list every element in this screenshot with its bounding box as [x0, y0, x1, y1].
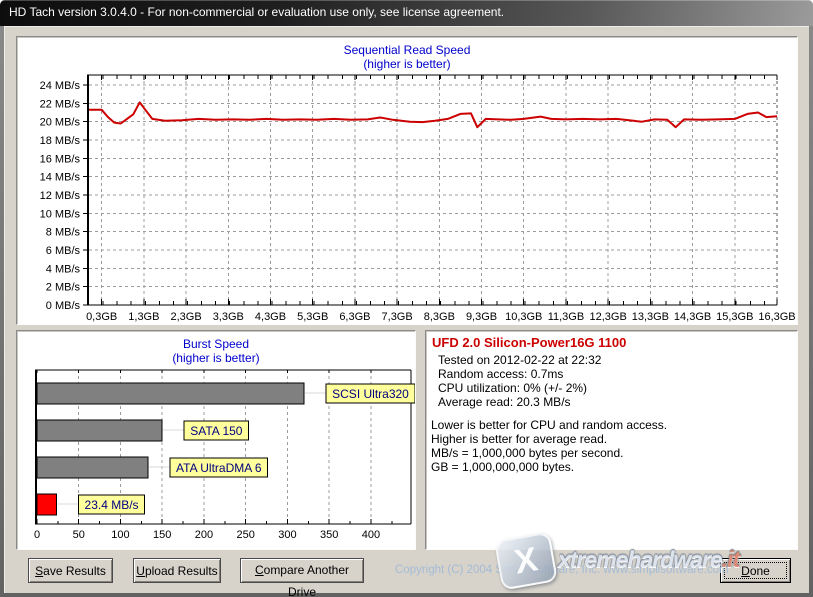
svg-text:15,3GB: 15,3GB — [716, 311, 753, 323]
drive-stat-line: Tested on 2012-02-22 at 22:32 — [438, 353, 602, 367]
svg-text:2 MB/s: 2 MB/s — [46, 282, 81, 294]
svg-text:0: 0 — [34, 529, 40, 541]
svg-text:8,3GB: 8,3GB — [424, 311, 455, 323]
burst-speed-panel: Burst Speed (higher is better) 0 50 100 150… — [16, 330, 416, 550]
burst-speed-chart: 0 50 100 150 200 250 300 350 400 SCSI Ultra320 SAT… — [34, 369, 415, 541]
svg-text:12,3GB: 12,3GB — [590, 311, 627, 323]
svg-text:350: 350 — [320, 529, 338, 541]
svg-text:24 MB/s: 24 MB/s — [40, 80, 81, 92]
svg-text:14,3GB: 14,3GB — [674, 311, 711, 323]
svg-text:11,3GB: 11,3GB — [548, 311, 585, 323]
copyright-text: Copyright (C) 2004 Simpli Software, Inc.… — [395, 564, 729, 576]
drive-name: UFD 2.0 Silicon-Power16G 1100 — [432, 335, 627, 350]
hdtach-window: HD Tach version 3.0.4.0 - For non-commer… — [0, 0, 813, 597]
svg-text:50: 50 — [73, 529, 85, 541]
svg-text:13,3GB: 13,3GB — [632, 311, 669, 323]
svg-text:22 MB/s: 22 MB/s — [40, 98, 81, 110]
sequential-read-chart: 0,3GB 1,3GB 2,3GB 3,3GB 4,3GB 5,3GB 6,3GB 7,3GB… — [40, 74, 796, 323]
window-title: HD Tach version 3.0.4.0 - For non-commer… — [9, 5, 505, 19]
svg-text:6,3GB: 6,3GB — [339, 311, 370, 323]
svg-text:12 MB/s: 12 MB/s — [40, 190, 81, 202]
svg-text:0 MB/s: 0 MB/s — [46, 300, 81, 312]
svg-text:250: 250 — [237, 529, 255, 541]
svg-text:16,3GB: 16,3GB — [758, 311, 795, 323]
info-notes: Lower is better for CPU and random acces… — [426, 418, 797, 474]
svg-text:ATA UltraDMA 6: ATA UltraDMA 6 — [176, 461, 262, 475]
drive-stat-line: CPU utilization: 0% (+/- 2%) — [438, 381, 588, 395]
title-bar[interactable]: HD Tach version 3.0.4.0 - For non-commer… — [0, 0, 813, 26]
svg-text:10,3GB: 10,3GB — [505, 311, 542, 323]
svg-text:8 MB/s: 8 MB/s — [46, 227, 81, 239]
svg-text:SATA 150: SATA 150 — [190, 424, 243, 438]
done-button[interactable]: Done — [720, 558, 791, 583]
svg-text:16 MB/s: 16 MB/s — [40, 153, 81, 165]
info-note-line: Lower is better for CPU and random acces… — [431, 418, 668, 432]
svg-text:300: 300 — [278, 529, 296, 541]
info-note-line: MB/s = 1,000,000 bytes per second. — [431, 446, 624, 460]
svg-text:7,3GB: 7,3GB — [382, 311, 413, 323]
sequential-read-panel: Sequential Read Speed (higher is better)… — [16, 36, 798, 325]
svg-text:3,3GB: 3,3GB — [213, 311, 244, 323]
svg-text:150: 150 — [153, 529, 171, 541]
info-note-line: Higher is better for average read. — [431, 432, 608, 446]
svg-text:4,3GB: 4,3GB — [255, 311, 286, 323]
svg-text:400: 400 — [362, 529, 380, 541]
svg-text:9,3GB: 9,3GB — [466, 311, 497, 323]
svg-text:0,3GB: 0,3GB — [86, 311, 117, 323]
drive-info-panel: UFD 2.0 Silicon-Power16G 1100 Tested on … — [425, 330, 798, 550]
svg-text:1,3GB: 1,3GB — [128, 311, 159, 323]
svg-text:SCSI Ultra320: SCSI Ultra320 — [332, 387, 409, 401]
svg-text:18 MB/s: 18 MB/s — [40, 135, 81, 147]
info-note-line: GB = 1,000,000,000 bytes. — [431, 460, 575, 474]
svg-text:100: 100 — [111, 529, 129, 541]
drive-stats: Tested on 2012-02-22 at 22:32 Random acce… — [426, 353, 797, 409]
compare-another-drive-button[interactable]: Compare Another Drive — [240, 558, 364, 597]
svg-text:14 MB/s: 14 MB/s — [40, 172, 81, 184]
svg-text:10 MB/s: 10 MB/s — [40, 208, 81, 220]
svg-text:20 MB/s: 20 MB/s — [40, 117, 81, 129]
svg-text:6 MB/s: 6 MB/s — [46, 245, 81, 257]
upload-results-button[interactable]: Upload Results — [133, 558, 221, 583]
drive-stat-line: Random access: 0.7ms — [438, 367, 564, 381]
svg-text:200: 200 — [195, 529, 213, 541]
svg-text:2,3GB: 2,3GB — [170, 311, 201, 323]
drive-stat-line: Average read: 20.3 MB/s — [438, 395, 571, 409]
svg-text:4 MB/s: 4 MB/s — [46, 263, 81, 275]
svg-text:5,3GB: 5,3GB — [297, 311, 328, 323]
svg-text:23.4 MB/s: 23.4 MB/s — [85, 498, 139, 512]
save-results-button[interactable]: Save Results — [28, 558, 113, 583]
